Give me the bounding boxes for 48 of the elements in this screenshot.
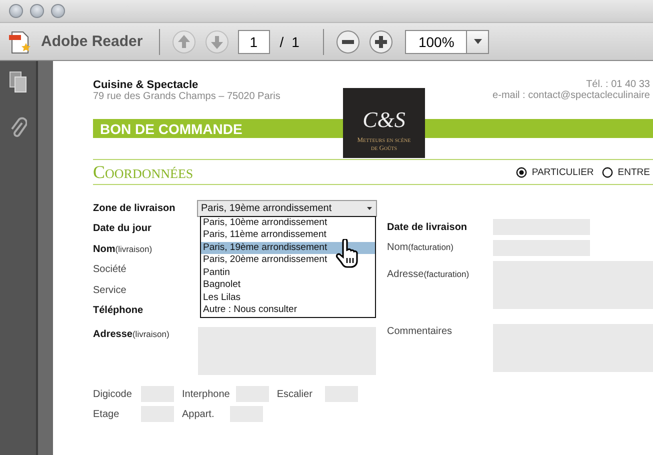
field-label: Nom(livraison) — [93, 244, 154, 255]
page-total: 1 — [292, 34, 300, 50]
field-label: Nom(facturation) — [387, 242, 454, 254]
zoom-out-icon[interactable] — [336, 30, 360, 54]
logo-monogram: C&S — [362, 107, 406, 133]
field-label: Téléphone — [93, 305, 144, 316]
dropdown-option[interactable]: Bagnolet — [201, 279, 375, 292]
app-name: Adobe Reader — [41, 33, 143, 50]
dropdown-option[interactable]: Les Lilas — [201, 292, 375, 304]
field-label: Date du jour — [93, 223, 152, 234]
field-label: Adresse(livraison) — [93, 329, 170, 340]
paperclip-icon[interactable] — [9, 115, 27, 139]
dropdown-option[interactable]: Paris, 11ème arrondissement — [201, 229, 375, 242]
field-label: Date de livraison — [387, 222, 468, 233]
radio-option[interactable]: ENTRE — [602, 166, 650, 178]
dropdown-option[interactable]: Pantin — [201, 266, 375, 280]
banner-title: BON DE COMMANDE — [100, 120, 242, 136]
window-control-button[interactable] — [30, 4, 44, 18]
field-label: Zone de livraison — [93, 202, 176, 214]
pages-icon[interactable] — [9, 71, 27, 93]
company-address: 79 rue des Grands Champs – 75020 Paris — [93, 91, 280, 102]
window-control-button[interactable] — [51, 4, 65, 18]
email-address: e-mail : contact@spectacleculinaire — [492, 90, 650, 101]
dropdown-option[interactable]: Autre : Nous consulter — [201, 304, 375, 317]
dropdown-option[interactable]: Paris, 20ème arrondissement — [201, 254, 375, 267]
field-label: Commentaires — [387, 326, 454, 337]
section-title: Coordonnées — [93, 162, 194, 182]
field-label: Digicode — [93, 388, 133, 400]
page-number-field[interactable]: 1 — [238, 30, 270, 54]
window-control-button[interactable] — [9, 4, 23, 18]
field-label: Service — [93, 284, 128, 296]
field-label: Appart. — [182, 408, 216, 420]
field-label: Etage — [93, 408, 120, 420]
dropdown-option[interactable]: Paris, 19ème arrondissement — [201, 242, 375, 254]
field-label: Adresse(facturation) — [387, 269, 470, 280]
field-label: Interphone — [182, 388, 230, 400]
zoom-in-icon[interactable] — [369, 30, 394, 54]
field-label: Escalier — [276, 388, 314, 400]
field-label: Société — [93, 264, 128, 276]
phone-number: Tél. : 01 40 33 — [586, 79, 650, 90]
company-name: Cuisine & Spectacle — [93, 79, 200, 91]
caret-icon — [367, 206, 372, 210]
document-star-icon — [8, 28, 32, 54]
hand-cursor-icon — [335, 238, 361, 269]
dropdown-option[interactable]: Paris, 10ème arrondissement — [201, 216, 375, 230]
zone-select[interactable]: Paris, 19ème arrondissement — [198, 200, 376, 216]
page-separator: / — [280, 34, 284, 50]
radio-option[interactable]: PARTICULIER — [516, 166, 594, 178]
